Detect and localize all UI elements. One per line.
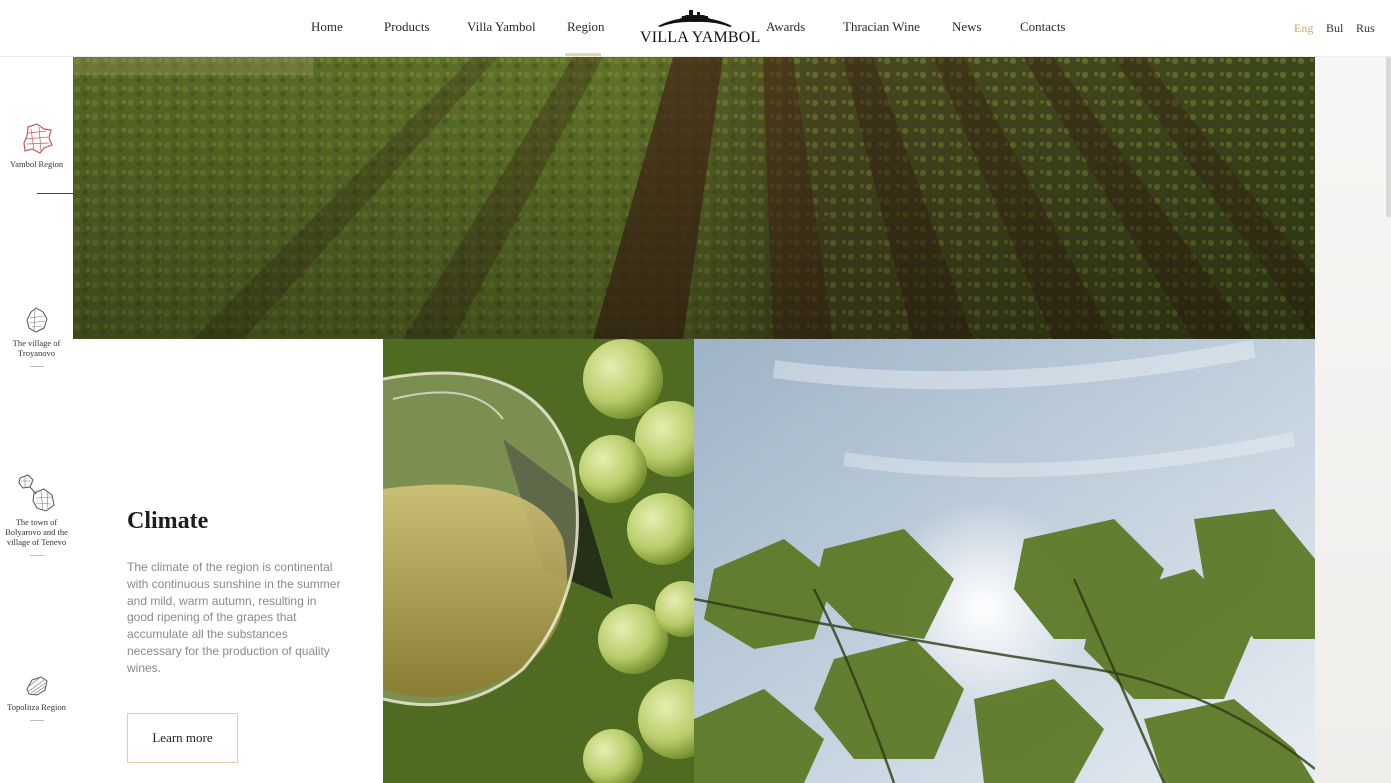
white-wine-glass-image bbox=[383, 339, 694, 783]
sidebar-item-topolitza[interactable]: Topolitza Region bbox=[0, 674, 73, 721]
sidebar-divider bbox=[29, 555, 44, 556]
active-sidebar-indicator bbox=[37, 193, 73, 194]
vine-leaves-sky-image bbox=[694, 339, 1315, 783]
sidebar-item-label: Yambol Region bbox=[9, 159, 64, 169]
page-scrollbar[interactable] bbox=[1386, 57, 1391, 217]
nav-products[interactable]: Products bbox=[384, 19, 430, 35]
page-background-panel bbox=[1315, 57, 1391, 783]
sidebar-divider bbox=[29, 366, 44, 367]
sidebar-item-label: The village of Troyanovo bbox=[12, 338, 61, 358]
vineyard-rows-image bbox=[73, 57, 1315, 339]
lang-eng[interactable]: Eng bbox=[1294, 21, 1313, 36]
lang-bul[interactable]: Bul bbox=[1326, 21, 1343, 36]
active-nav-indicator bbox=[565, 53, 601, 56]
nav-home[interactable]: Home bbox=[311, 19, 343, 35]
lang-rus[interactable]: Rus bbox=[1356, 21, 1375, 36]
nav-region[interactable]: Region bbox=[567, 19, 605, 35]
top-navigation-bar: Home Products Villa Yambol Region VILLA … bbox=[0, 0, 1391, 57]
nav-contacts[interactable]: Contacts bbox=[1020, 19, 1066, 35]
yambol-region-map-icon bbox=[22, 123, 53, 154]
nav-awards[interactable]: Awards bbox=[766, 19, 805, 35]
sidebar-divider bbox=[29, 720, 44, 721]
topolitza-map-icon bbox=[25, 676, 48, 696]
villa-yambol-logo[interactable]: VILLA YAMBOL bbox=[640, 8, 761, 48]
sidebar-item-bolyarovo-tenevo[interactable]: The town of Bolyarovo and the village of… bbox=[0, 473, 73, 556]
sidebar-item-yambol-region[interactable]: Yambol Region bbox=[0, 121, 73, 169]
troyanovo-map-icon bbox=[25, 307, 48, 333]
climate-description: The climate of the region is continental… bbox=[127, 560, 341, 675]
winery-building-icon bbox=[658, 10, 732, 27]
learn-more-button[interactable]: Learn more bbox=[127, 713, 238, 763]
section-title: Climate bbox=[127, 508, 209, 534]
region-sidebar: Yambol Region The village of Troyanovo T… bbox=[0, 57, 73, 783]
bolyarovo-tenevo-map-icon bbox=[17, 474, 55, 512]
logo-wordmark: VILLA YAMBOL bbox=[640, 29, 761, 46]
nav-villa-yambol[interactable]: Villa Yambol bbox=[467, 19, 536, 35]
sidebar-item-troyanovo[interactable]: The village of Troyanovo bbox=[0, 306, 73, 367]
sidebar-item-label: Topolitza Region bbox=[7, 702, 66, 712]
sidebar-item-label: The town of Bolyarovo and the village of… bbox=[5, 517, 68, 547]
nav-news[interactable]: News bbox=[952, 19, 982, 35]
nav-thracian-wine[interactable]: Thracian Wine bbox=[843, 19, 920, 35]
